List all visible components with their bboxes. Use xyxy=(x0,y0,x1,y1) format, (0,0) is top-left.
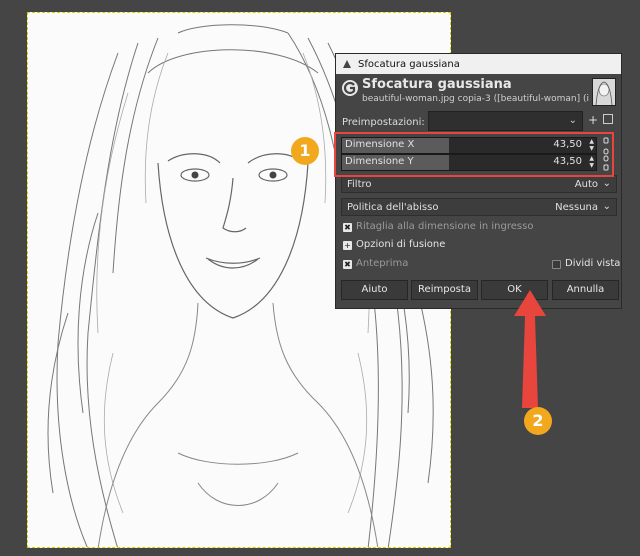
preview-label: Anteprima xyxy=(356,258,409,269)
filter-value: Auto xyxy=(574,179,598,190)
layer-thumbnail xyxy=(592,78,616,106)
abyss-policy-label: Politica dell'abisso xyxy=(347,202,439,213)
gaussian-blur-dialog: Sfocatura gaussiana Sfocatura gaussiana … xyxy=(335,53,622,309)
reset-button[interactable]: Reimposta xyxy=(411,280,478,300)
chevron-down-icon: ⌄ xyxy=(568,115,577,126)
presets-menu-icon[interactable] xyxy=(603,114,613,124)
chevron-down-icon: ⌄ xyxy=(602,201,611,212)
cancel-button[interactable]: Annulla xyxy=(552,280,619,300)
dialog-titlebar[interactable]: Sfocatura gaussiana xyxy=(336,54,621,74)
filter-label: Filtro xyxy=(347,179,372,190)
highlight-box xyxy=(334,132,614,177)
clip-to-input-checkbox[interactable]: ✖ xyxy=(343,223,352,232)
presets-dropdown[interactable]: ⌄ xyxy=(428,111,583,131)
dialog-heading: Sfocatura gaussiana xyxy=(362,77,512,92)
presets-label: Preimpostazioni: xyxy=(342,117,425,128)
add-preset-icon[interactable]: + xyxy=(588,113,598,127)
gegl-g-icon xyxy=(342,80,358,96)
help-button[interactable]: Aiuto xyxy=(341,280,408,300)
dialog-subheading: beautiful-woman.jpg copia-3 ([beautiful-… xyxy=(362,94,590,104)
filter-dropdown[interactable]: Filtro Auto ⌄ xyxy=(341,175,617,193)
preview-checkbox[interactable]: ✖ xyxy=(343,260,352,269)
split-view-label: Dividi vista xyxy=(565,258,621,269)
step-1-badge: 1 xyxy=(291,137,319,165)
abyss-policy-dropdown[interactable]: Politica dell'abisso Nessuna ⌄ xyxy=(341,198,617,216)
expand-plus-icon[interactable]: + xyxy=(343,241,352,250)
split-view-checkbox[interactable] xyxy=(552,260,561,269)
step-2-badge: 2 xyxy=(524,407,552,435)
dialog-window-title: Sfocatura gaussiana xyxy=(358,58,460,70)
red-arrow-icon xyxy=(514,290,546,408)
abyss-policy-value: Nessuna xyxy=(555,202,598,213)
chevron-down-icon: ⌄ xyxy=(602,178,611,189)
gimp-app-icon xyxy=(343,60,351,68)
dialog-header: Sfocatura gaussiana beautiful-woman.jpg … xyxy=(336,74,621,111)
clip-to-input-label: Ritaglia alla dimensione in ingresso xyxy=(356,221,534,232)
blending-options-label[interactable]: Opzioni di fusione xyxy=(356,239,445,250)
